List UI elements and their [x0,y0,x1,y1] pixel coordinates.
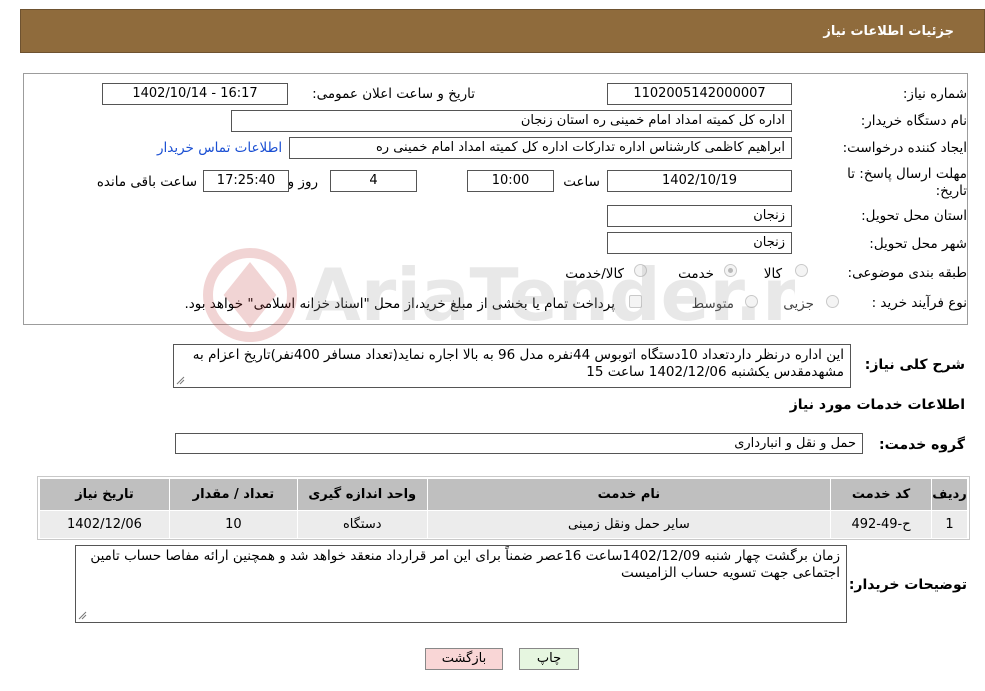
service-group-field: حمل و نقل و انبارداری [175,433,863,454]
col-header-quantity: تعداد / مقدار [168,478,298,511]
announce-datetime-label: تاریخ و ساعت اعلان عمومی: [312,86,475,102]
category-option-both-label: کالا/خدمت [565,266,624,282]
col-header-service-code: کد خدمت [830,478,933,511]
service-group-label: گروه خدمت: [879,437,965,453]
buyer-contact-link[interactable]: اطلاعات تماس خریدار [157,140,282,156]
services-section-title: اطلاعات خدمات مورد نیاز [789,397,965,413]
process-option-minor-radio[interactable] [826,295,839,308]
table-row: 1 ح-49-492 سایر حمل ونقل زمینی دستگاه 10… [39,510,968,539]
need-number-label: شماره نیاز: [902,86,967,102]
cell-row-number: 1 [931,510,968,539]
category-option-both-radio[interactable] [634,264,647,277]
remaining-days-field: 4 [330,170,417,192]
col-header-row-number: ردیف [931,478,968,511]
cell-quantity: 10 [168,510,298,539]
deadline-time-field: 10:00 [467,170,554,192]
cell-service-name: سایر حمل ونقل زمینی [426,510,832,539]
back-button[interactable]: بازگشت [425,648,503,670]
buyer-notes-field: زمان برگشت چهار شنبه 1402/12/09ساعت 16عص… [75,545,847,623]
delivery-city-label: شهر محل تحویل: [869,236,967,252]
deadline-label: مهلت ارسال پاسخ: تا [847,166,967,182]
category-label: طبقه بندی موضوعی: [847,265,967,281]
process-option-minor-label: جزیی [783,296,814,312]
category-option-goods-label: کالا [763,266,782,282]
purchase-process-label: نوع فرآیند خرید : [871,295,967,311]
page-title: جزئیات اطلاعات نیاز [823,24,954,39]
category-option-service-radio[interactable] [724,264,737,277]
announce-datetime-field: 1402/10/14 - 16:17 [102,83,288,105]
description-text: این اداره درنظر داردتعداد 10دستگاه اتوبو… [192,347,844,380]
description-label: شرح کلی نیاز: [864,357,965,373]
treasury-bonds-note: پرداخت تمام یا بخشی از مبلغ خرید،از محل … [184,296,615,312]
category-option-goods-radio[interactable] [795,264,808,277]
cell-unit: دستگاه [296,510,428,539]
requester-label: ایجاد کننده درخواست: [842,140,967,156]
cell-service-code: ح-49-492 [830,510,933,539]
days-label: روز و [287,174,318,190]
buyer-notes-label: توضیحات خریدار: [848,577,967,593]
delivery-province-label: استان محل تحویل: [861,208,967,224]
treasury-bonds-checkbox[interactable] [629,295,642,308]
cell-need-date: 1402/12/06 [39,510,170,539]
buyer-notes-text: زمان برگشت چهار شنبه 1402/12/09ساعت 16عص… [90,548,840,581]
buyer-org-label: نام دستگاه خریدار: [860,113,967,129]
col-header-need-date: تاریخ نیاز [39,478,170,511]
requester-field: ابراهیم کاظمی کارشناس اداره تدارکات ادار… [289,137,792,159]
delivery-province-field: زنجان [607,205,792,227]
need-number-field: 1102005142000007 [607,83,792,105]
category-option-service-label: خدمت [678,266,714,282]
deadline-time-label: ساعت [563,174,600,190]
services-table: ردیف کد خدمت نام خدمت واحد اندازه گیری ت… [39,478,968,539]
remaining-time-field: 17:25:40 [203,170,289,192]
remaining-time-label: ساعت باقی مانده [96,174,197,190]
resize-handle-icon[interactable] [176,376,185,385]
delivery-city-field: زنجان [607,232,792,254]
print-button[interactable]: چاپ [519,648,579,670]
table-header-row: ردیف کد خدمت نام خدمت واحد اندازه گیری ت… [39,478,968,511]
deadline-date-field: 1402/10/19 [607,170,792,192]
process-option-medium-label: متوسط [691,296,734,312]
col-header-unit: واحد اندازه گیری [296,478,428,511]
col-header-service-name: نام خدمت [426,478,832,511]
description-field: این اداره درنظر داردتعداد 10دستگاه اتوبو… [173,344,851,388]
deadline-date-label: تاریخ: [935,183,967,199]
buyer-org-field: اداره کل کمیته امداد امام خمینی ره استان… [231,110,792,132]
resize-handle-icon[interactable] [78,611,87,620]
page-header: جزئیات اطلاعات نیاز [20,9,985,53]
process-option-medium-radio[interactable] [745,295,758,308]
